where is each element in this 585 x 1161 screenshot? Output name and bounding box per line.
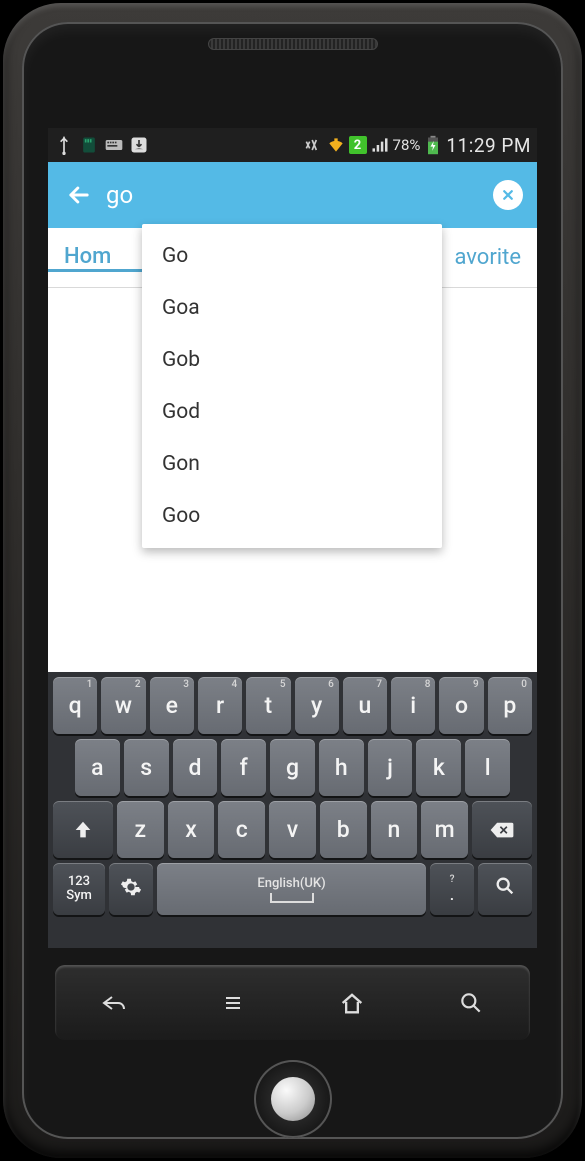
key-p[interactable]: p0 [488, 677, 532, 734]
cell-signal-icon [370, 135, 390, 155]
hw-back-button[interactable] [91, 980, 137, 1026]
key-i[interactable]: i8 [391, 677, 435, 734]
key-m[interactable]: m [421, 801, 468, 858]
status-bar: 2 78% 11:29 PM [48, 128, 537, 162]
suggestion-item[interactable]: Goa [142, 282, 442, 334]
search-input[interactable]: go [106, 181, 493, 209]
key-t[interactable]: t5 [246, 677, 290, 734]
key-o[interactable]: o9 [439, 677, 483, 734]
key-search[interactable] [478, 863, 532, 915]
battery-percent: 78% [393, 136, 421, 154]
key-h[interactable]: h [319, 739, 364, 796]
sim-indicator: 2 [349, 136, 367, 154]
content-area: Go Goa Gob God Gon Goo [48, 288, 537, 732]
trackball[interactable] [271, 1077, 315, 1121]
keyboard-indicator-icon [104, 135, 124, 155]
key-z[interactable]: z [117, 801, 164, 858]
key-q[interactable]: q1 [53, 677, 97, 734]
hw-home-button[interactable] [329, 980, 375, 1026]
key-settings[interactable] [109, 863, 153, 915]
suggestion-item[interactable]: Gon [142, 438, 442, 490]
keyboard-language: English(UK) [257, 876, 325, 891]
usb-icon [54, 135, 74, 155]
key-period[interactable]: ? . [430, 863, 474, 915]
key-u[interactable]: u7 [343, 677, 387, 734]
key-backspace[interactable] [472, 801, 532, 858]
key-b[interactable]: b [320, 801, 367, 858]
search-bar: go [48, 162, 537, 228]
search-icon [494, 875, 516, 903]
key-r[interactable]: r4 [198, 677, 242, 734]
clock: 11:29 PM [446, 134, 531, 157]
key-w[interactable]: w2 [101, 677, 145, 734]
hw-nav-bar [55, 965, 530, 1040]
keyboard-row-2: a s d f g h j k l [53, 739, 532, 796]
sd-card-icon [79, 135, 99, 155]
download-icon [129, 135, 149, 155]
screen: 2 78% 11:29 PM go [48, 128, 537, 948]
suggestion-item[interactable]: Goo [142, 490, 442, 542]
keyboard: q1 w2 e3 r4 t5 y6 u7 i8 o9 p0 a s d f g [48, 672, 537, 948]
key-f[interactable]: f [221, 739, 266, 796]
key-g[interactable]: g [270, 739, 315, 796]
hw-search-button[interactable] [448, 980, 494, 1026]
key-v[interactable]: v [269, 801, 316, 858]
key-a[interactable]: a [75, 739, 120, 796]
suggestion-dropdown: Go Goa Gob God Gon Goo [142, 224, 442, 548]
wifi-icon [326, 135, 346, 155]
key-d[interactable]: d [173, 739, 218, 796]
key-j[interactable]: j [368, 739, 413, 796]
gear-icon [120, 876, 142, 902]
spacebar-icon [270, 893, 314, 903]
key-l[interactable]: l [465, 739, 510, 796]
suggestion-item[interactable]: God [142, 386, 442, 438]
no-signal-icon [303, 135, 323, 155]
key-e[interactable]: e3 [150, 677, 194, 734]
key-n[interactable]: n [371, 801, 418, 858]
keyboard-row-3: z x c v b n m [53, 801, 532, 858]
trackball-ring [254, 1060, 332, 1138]
key-s[interactable]: s [124, 739, 169, 796]
key-space[interactable]: English(UK) [157, 863, 426, 915]
battery-charging-icon [423, 135, 443, 155]
key-k[interactable]: k [416, 739, 461, 796]
keyboard-row-1: q1 w2 e3 r4 t5 y6 u7 i8 o9 p0 [53, 677, 532, 734]
key-c[interactable]: c [218, 801, 265, 858]
speaker-grille [208, 38, 378, 50]
key-y[interactable]: y6 [295, 677, 339, 734]
suggestion-item[interactable]: Gob [142, 334, 442, 386]
clear-search-button[interactable] [493, 180, 523, 210]
phone-body: 2 78% 11:29 PM go [0, 0, 585, 1161]
key-x[interactable]: x [168, 801, 215, 858]
hw-menu-button[interactable] [210, 980, 256, 1026]
back-button[interactable] [62, 178, 96, 212]
keyboard-row-4: 123 Sym English(UK) ? . [53, 863, 532, 915]
suggestion-item[interactable]: Go [142, 230, 442, 282]
key-symbols[interactable]: 123 Sym [53, 863, 105, 915]
key-shift[interactable] [53, 801, 113, 858]
